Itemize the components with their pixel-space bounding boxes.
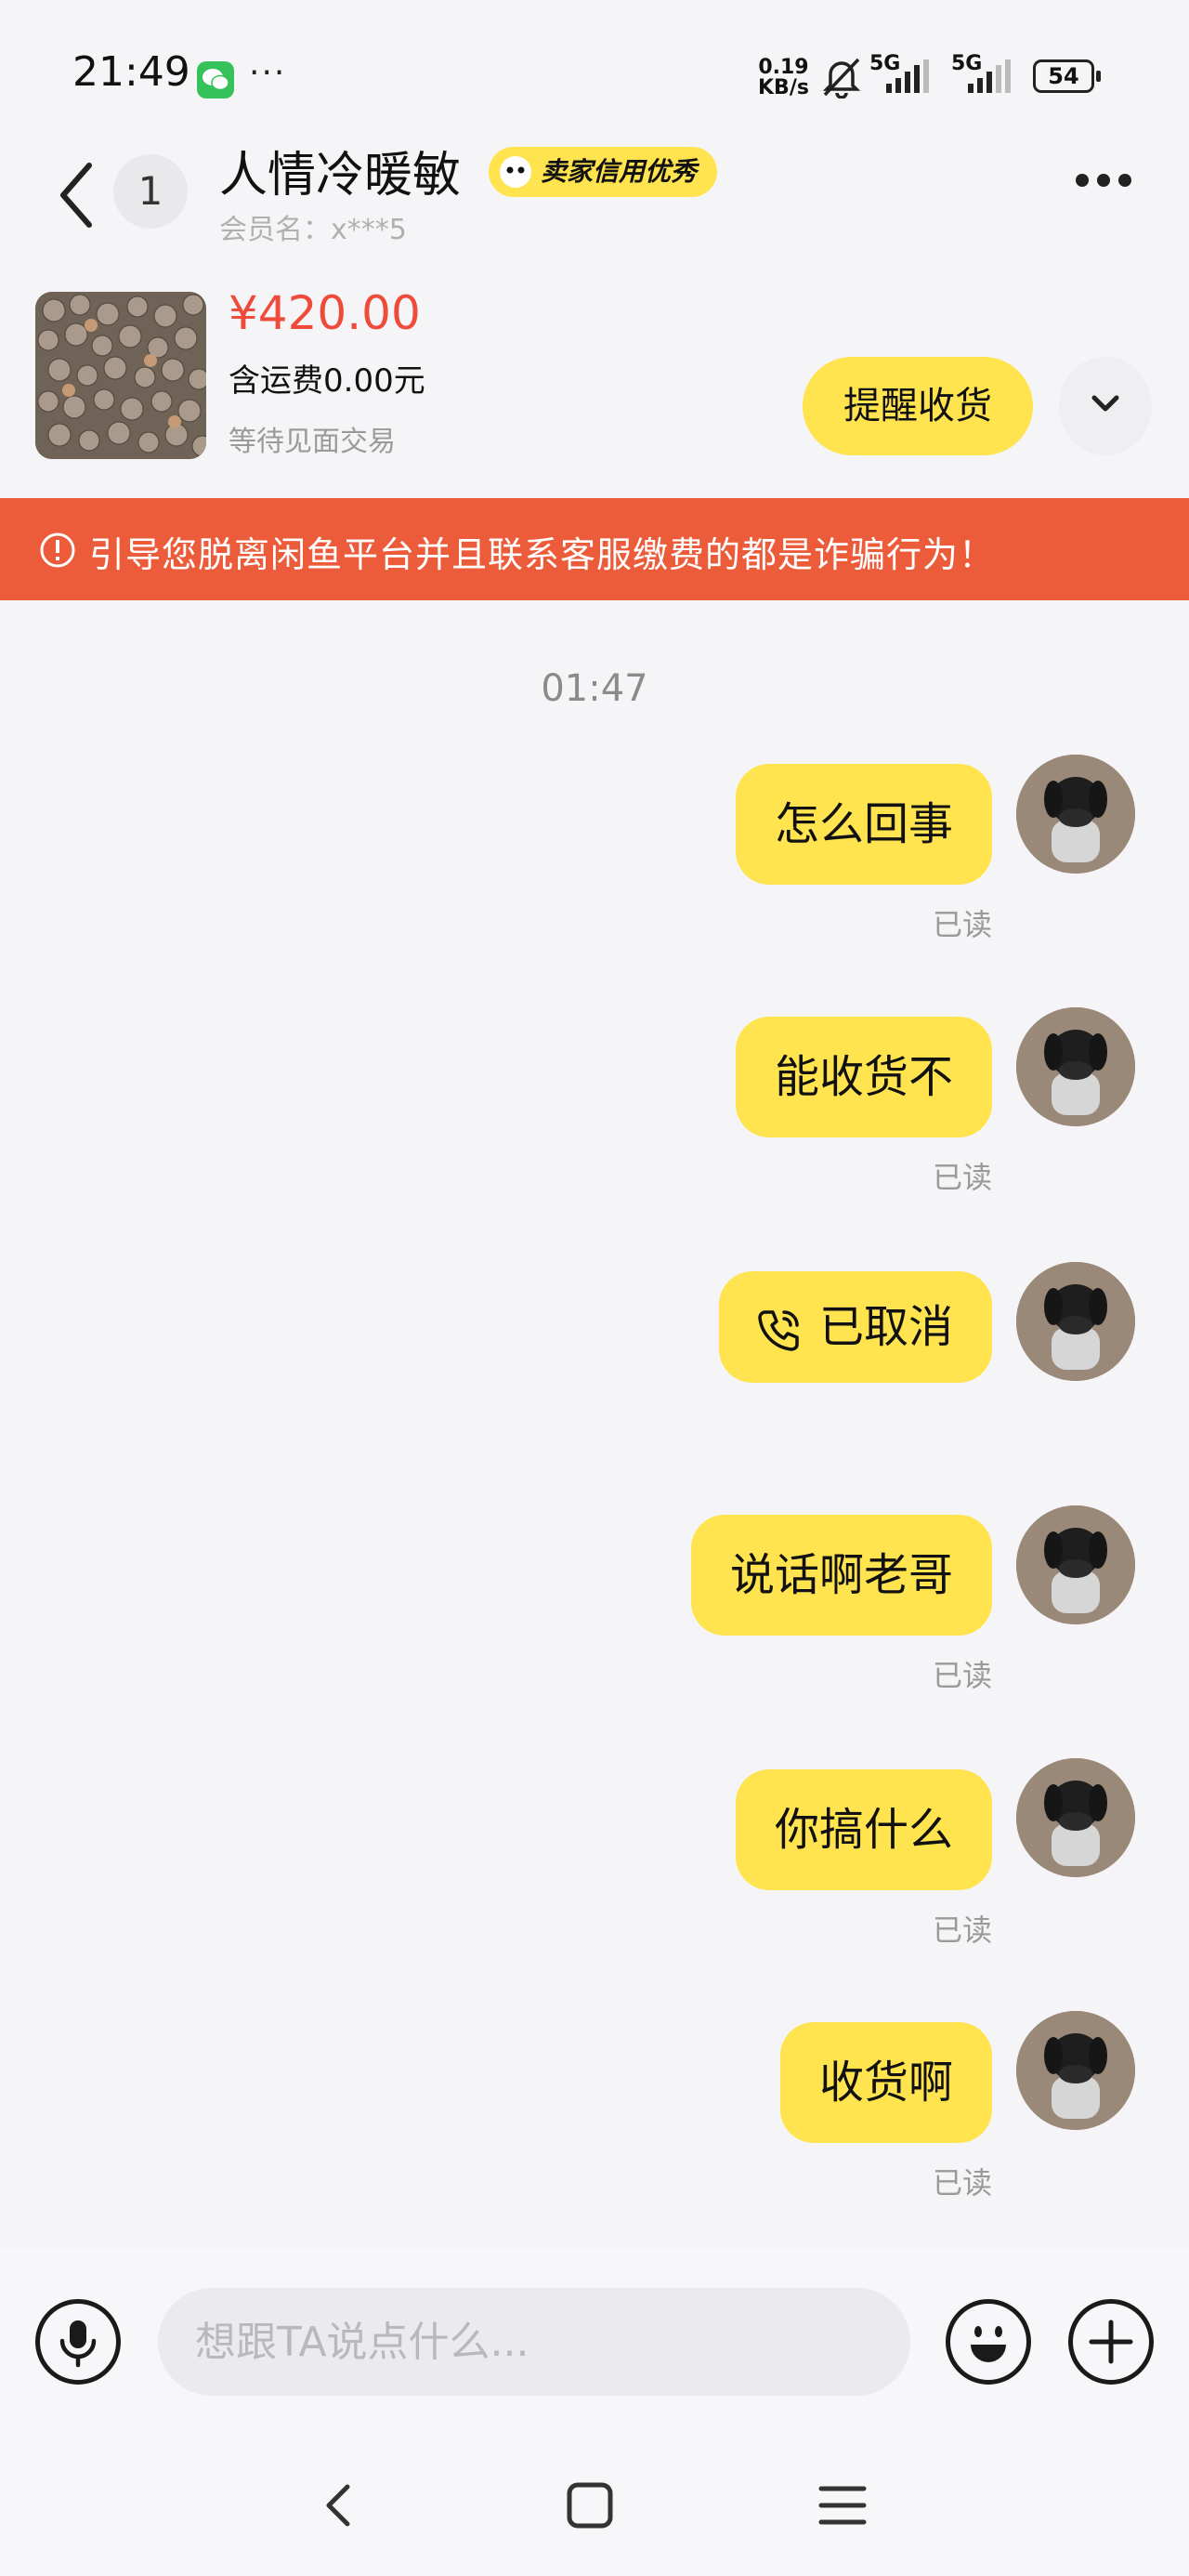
microphone-icon: [59, 2320, 97, 2368]
system-nav-bar: [0, 2435, 1189, 2576]
nav-home-icon: [567, 2482, 613, 2529]
call-record-bubble[interactable]: 已取消: [718, 1271, 992, 1383]
status-bar: 21:49 ··· 0.19 KB/s 5G 5G 54: [0, 0, 1189, 139]
avatar[interactable]: [1016, 1262, 1135, 1381]
avatar[interactable]: [1016, 1007, 1135, 1126]
status-time: 21:49: [72, 48, 190, 96]
network-speed: 0.19 KB/s: [758, 56, 809, 99]
message-bubble[interactable]: 能收货不: [735, 1017, 992, 1137]
more-options-button[interactable]: [1076, 173, 1143, 206]
message-bubble[interactable]: 怎么回事: [735, 764, 992, 885]
seller-credit-badge[interactable]: 卖家信用优秀: [489, 147, 718, 197]
chat-timestamp: 01:47: [541, 667, 648, 710]
message-bubble[interactable]: 收货啊: [779, 2022, 992, 2143]
message-input-bar: [0, 2249, 1189, 2435]
dot-icon: [1076, 174, 1089, 187]
phone-call-icon: [758, 1310, 799, 1351]
alert-circle-icon: [40, 532, 75, 568]
nav-back-icon: [326, 2484, 350, 2527]
unread-count-badge: 1: [113, 154, 188, 229]
mascot-icon: [500, 156, 531, 188]
avatar[interactable]: [1016, 755, 1135, 874]
emoji-smile-icon: [971, 2326, 1006, 2362]
warning-text: 引导您脱离闲鱼平台并且联系客服缴费的都是诈骗行为！: [89, 534, 996, 575]
avatar[interactable]: [1016, 2011, 1135, 2130]
read-receipt: 已读: [932, 2165, 992, 2201]
read-receipt: 已读: [932, 1912, 992, 1948]
more-actions-button[interactable]: [1068, 2299, 1154, 2385]
battery-icon: 54: [1033, 59, 1101, 93]
plus-icon: [1089, 2320, 1133, 2364]
nav-menu-button[interactable]: [810, 2476, 875, 2535]
back-button[interactable]: [50, 158, 106, 251]
message-bubble[interactable]: 你搞什么: [735, 1769, 992, 1890]
message-input[interactable]: [158, 2288, 910, 2396]
avatar[interactable]: [1016, 1758, 1135, 1877]
nav-menu-icon: [818, 2486, 867, 2525]
order-status: 等待见面交易: [229, 426, 396, 458]
expand-order-button[interactable]: [1059, 357, 1152, 455]
dot-icon: [1118, 174, 1131, 187]
message-bubble[interactable]: 说话啊老哥: [690, 1515, 992, 1636]
fraud-warning-banner: 引导您脱离闲鱼平台并且联系客服缴费的都是诈骗行为！: [0, 498, 1189, 600]
remind-receipt-button[interactable]: 提醒收货: [803, 357, 1033, 455]
nav-back-button[interactable]: [307, 2476, 372, 2535]
chevron-down-icon: [1091, 395, 1119, 412]
product-price: ¥420.00: [229, 286, 421, 340]
product-thumbnail[interactable]: [35, 292, 206, 459]
signal-icon: 5G: [869, 52, 934, 100]
emoji-button[interactable]: [946, 2299, 1031, 2385]
notification-overflow: ···: [249, 54, 287, 92]
signal-icon: 5G: [951, 52, 1016, 100]
call-status-text: 已取消: [818, 1301, 953, 1353]
voice-input-button[interactable]: [35, 2299, 121, 2385]
seller-name[interactable]: 人情冷暖敏: [219, 136, 461, 205]
read-receipt: 已读: [932, 1160, 992, 1195]
wechat-icon: [197, 61, 234, 99]
shipping-fee: 含运费0.00元: [229, 362, 425, 400]
read-receipt: 已读: [932, 1658, 992, 1693]
read-receipt: 已读: [932, 907, 992, 942]
chevron-left-icon: [60, 163, 92, 228]
nav-home-button[interactable]: [557, 2476, 622, 2535]
avatar[interactable]: [1016, 1505, 1135, 1624]
dot-icon: [1097, 174, 1110, 187]
member-name: 会员名：x***5: [219, 214, 407, 246]
bell-muted-icon: [821, 56, 862, 102]
